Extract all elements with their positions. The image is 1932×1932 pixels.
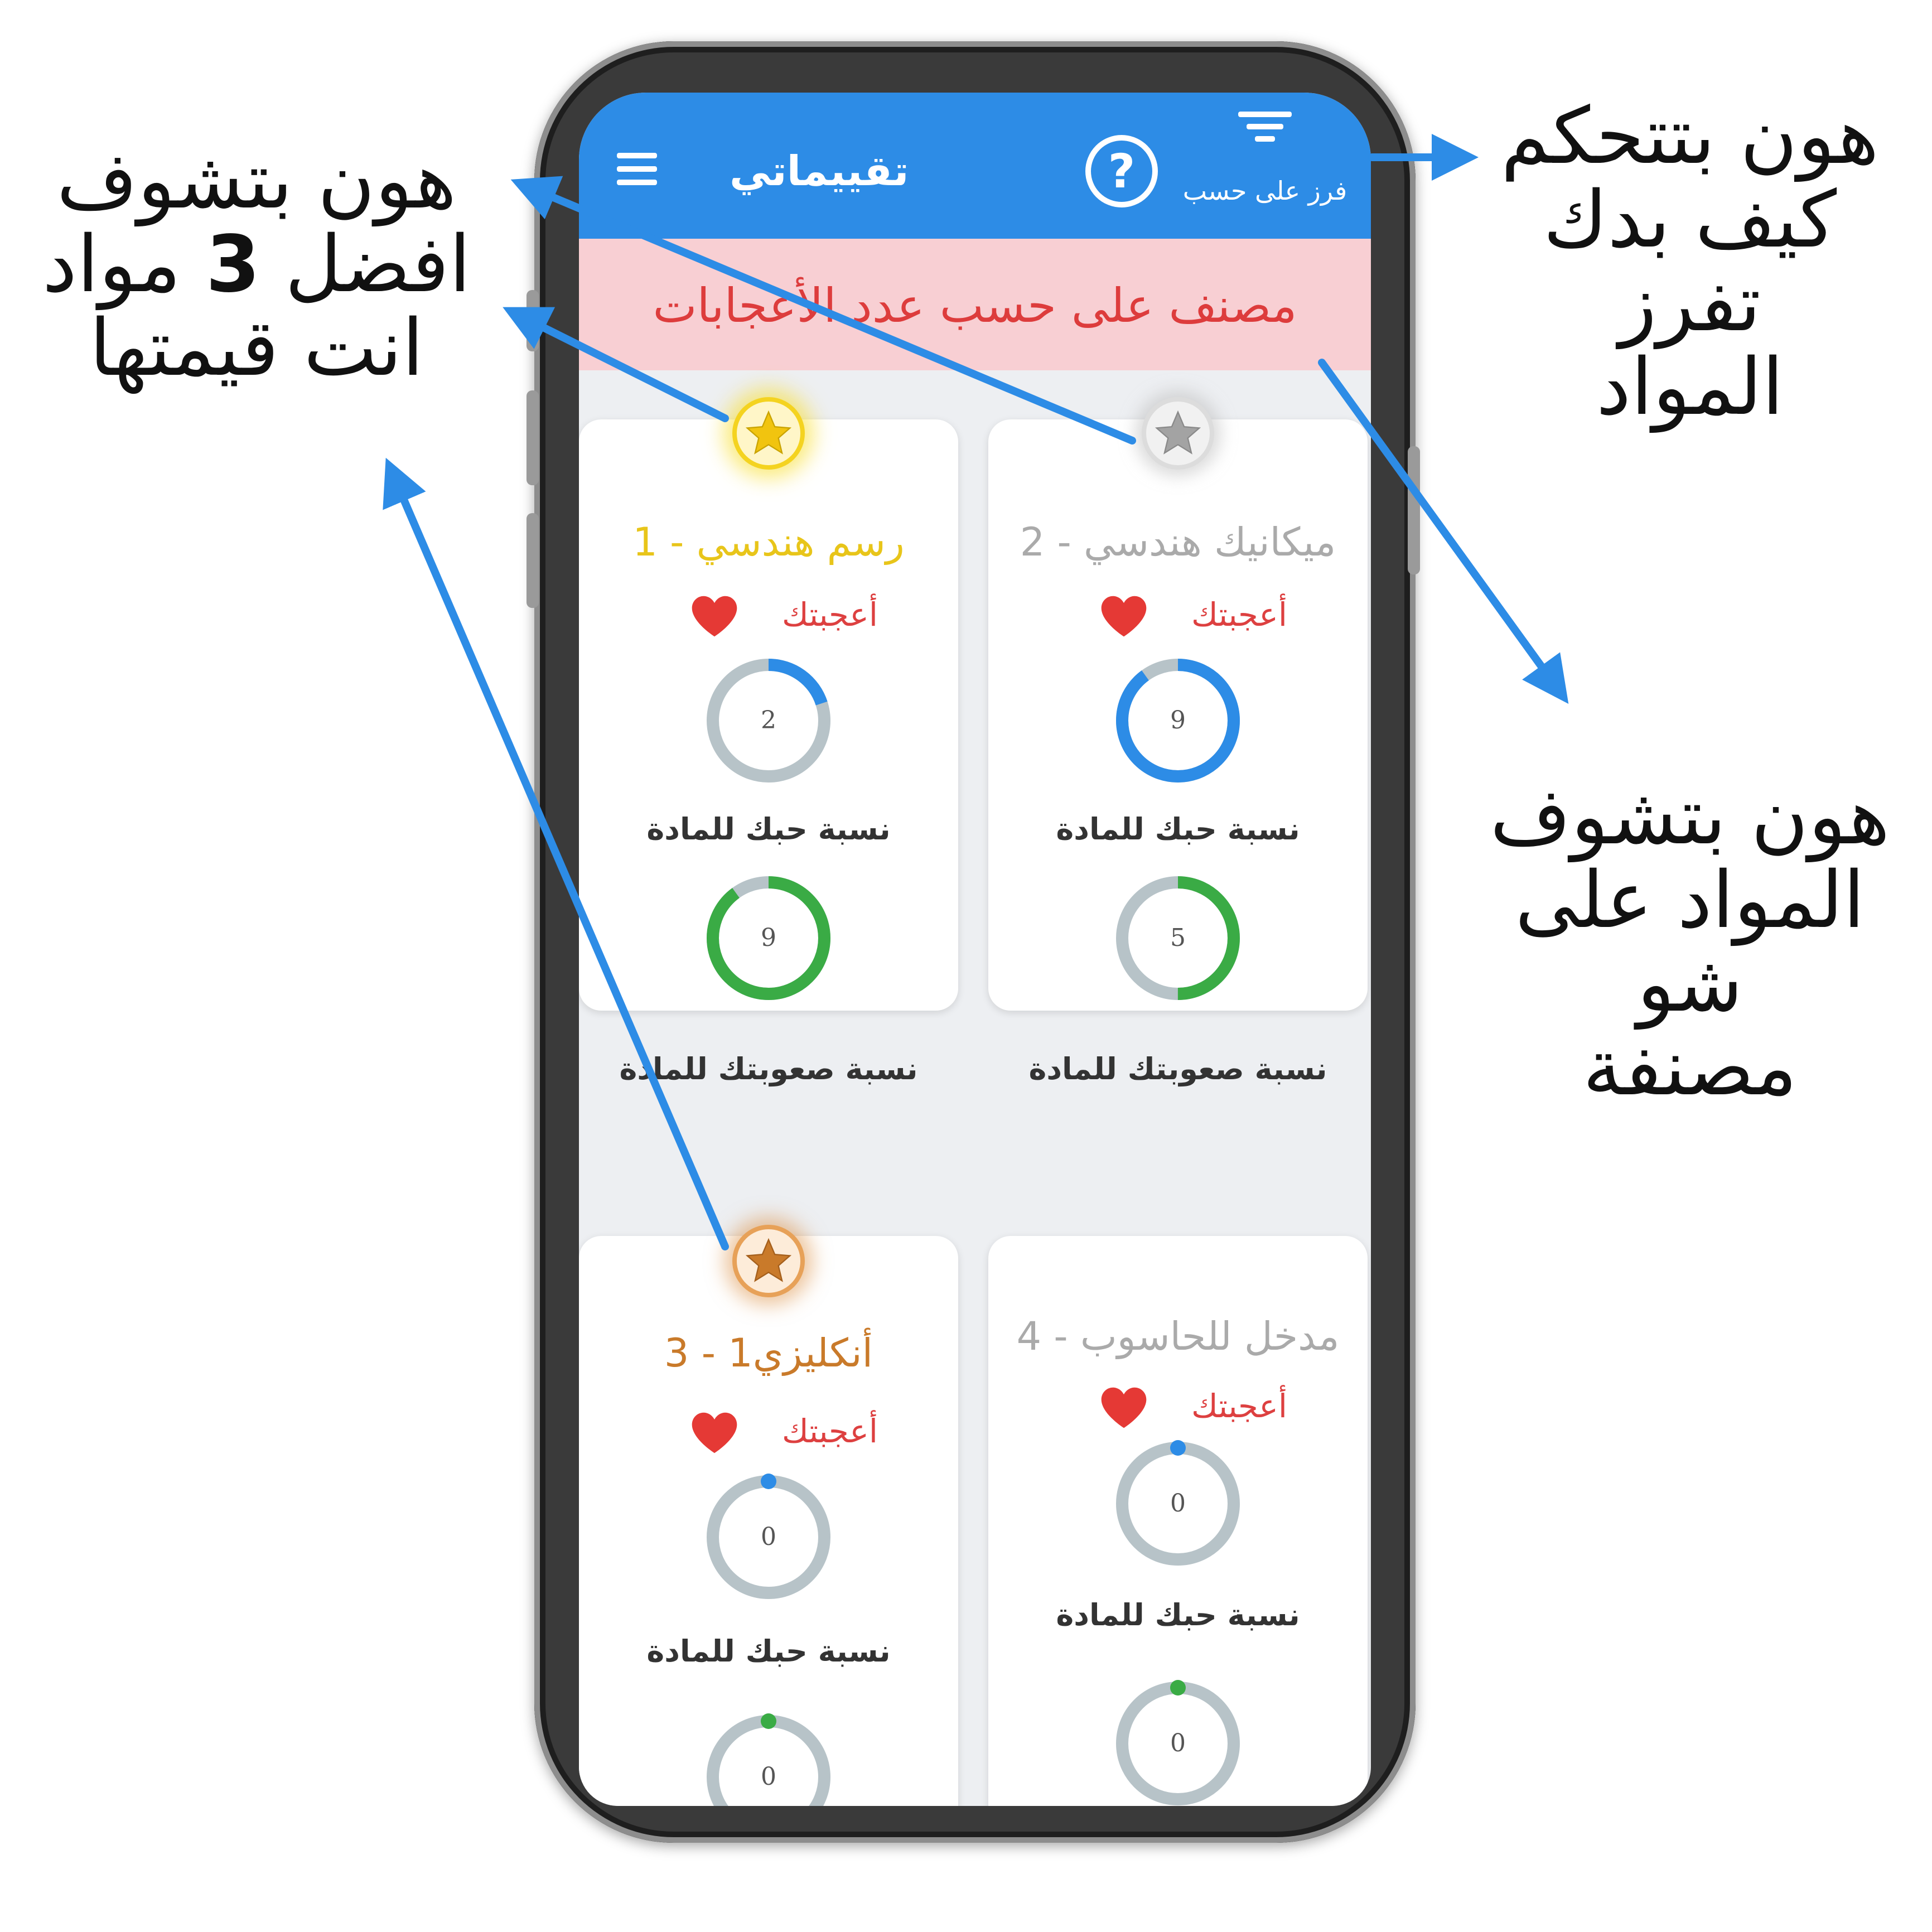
arrow-from-bronze-badge bbox=[383, 457, 729, 1250]
arrow-from-gold-badge bbox=[503, 307, 729, 422]
arrow-from-silver-badge bbox=[510, 176, 1136, 445]
annotation-arrows bbox=[383, 134, 1569, 1250]
arrow-to-banner-note bbox=[1318, 359, 1569, 704]
